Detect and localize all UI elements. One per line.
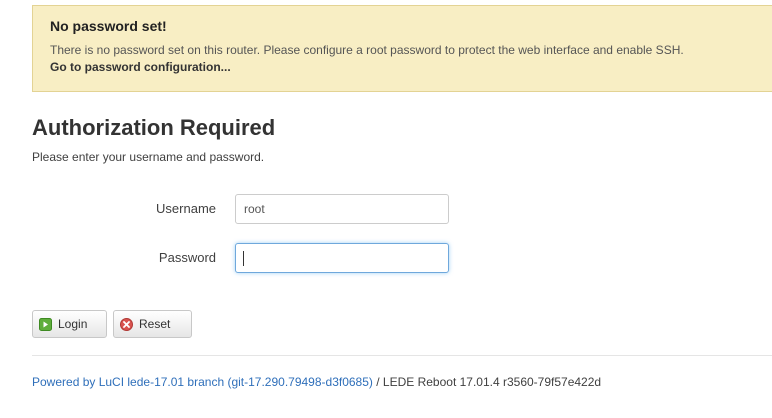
text-caret: [243, 251, 244, 266]
reset-icon: [120, 317, 133, 331]
username-label: Username: [156, 201, 216, 216]
password-input[interactable]: [235, 243, 449, 273]
page-title: Authorization Required: [32, 115, 276, 140]
login-button[interactable]: Login: [32, 310, 107, 338]
login-page: No password set! There is no password se…: [0, 0, 772, 418]
alert-message: There is no password set on this router.…: [50, 43, 684, 57]
reset-button-label: Reset: [139, 317, 171, 331]
luci-version-link[interactable]: Powered by LuCI lede-17.01 branch (git-1…: [32, 375, 373, 389]
no-password-alert: No password set! There is no password se…: [32, 5, 772, 92]
password-config-link[interactable]: Go to password configuration...: [50, 60, 231, 75]
alert-title: No password set!: [50, 18, 167, 34]
reset-button[interactable]: Reset: [113, 310, 192, 338]
footer: Powered by LuCI lede-17.01 branch (git-1…: [32, 375, 601, 389]
footer-divider: [32, 355, 772, 356]
username-input[interactable]: [235, 194, 449, 224]
login-button-label: Login: [58, 317, 88, 331]
login-icon: [39, 317, 52, 331]
page-subtitle: Please enter your username and password.: [32, 150, 265, 164]
firmware-version: / LEDE Reboot 17.01.4 r3560-79f57e422d: [372, 375, 602, 389]
password-label: Password: [158, 250, 216, 265]
